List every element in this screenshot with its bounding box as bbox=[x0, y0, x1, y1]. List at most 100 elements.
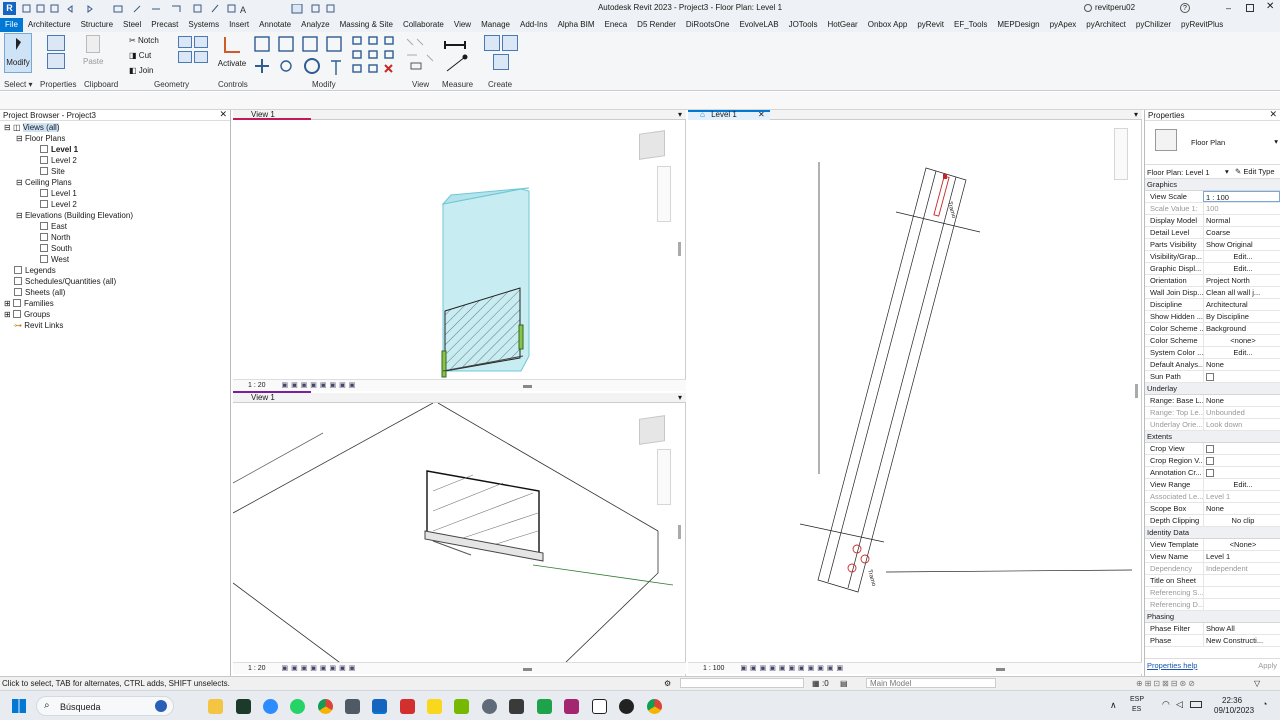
tab-jotools[interactable]: JOTools bbox=[784, 18, 823, 32]
filter-icon[interactable]: ▽ bbox=[1254, 677, 1260, 690]
whatsapp-icon[interactable] bbox=[290, 699, 305, 714]
prop-edit-button[interactable]: Edit... bbox=[1203, 263, 1280, 274]
group-select[interactable]: Select ▾ bbox=[4, 80, 32, 89]
view-menu-icon[interactable]: ▾ bbox=[1134, 110, 1138, 120]
minimize-button[interactable]: – bbox=[1226, 3, 1236, 13]
prop-value[interactable]: New Constructi... bbox=[1203, 635, 1280, 646]
crop-view-checkbox[interactable] bbox=[1206, 445, 1214, 453]
scrollbar-horizontal[interactable] bbox=[996, 668, 1005, 671]
prop-value[interactable]: Level 1 bbox=[1203, 551, 1280, 562]
create-tools[interactable] bbox=[478, 34, 524, 74]
crop-region-checkbox[interactable] bbox=[1206, 457, 1214, 465]
tree-elevations[interactable]: ⊟ Elevations (Building Elevation) bbox=[0, 210, 230, 221]
scrollbar-vertical[interactable] bbox=[678, 525, 681, 539]
apply-button[interactable]: Apply bbox=[1258, 661, 1277, 670]
properties-help-link[interactable]: Properties help bbox=[1147, 661, 1197, 670]
tab-analyze[interactable]: Analyze bbox=[296, 18, 334, 32]
tab-collaborate[interactable]: Collaborate bbox=[398, 18, 449, 32]
view-menu-icon[interactable]: ▾ bbox=[678, 110, 682, 120]
chrome-icon[interactable] bbox=[318, 699, 333, 714]
view-scale-label[interactable]: 1 : 100 bbox=[688, 665, 724, 672]
view-menu-icon[interactable]: ▾ bbox=[678, 393, 682, 403]
prop-value[interactable]: Clean all wall j... bbox=[1203, 287, 1280, 298]
prop-value[interactable]: Normal bbox=[1203, 215, 1280, 226]
volume-icon[interactable]: ◁ bbox=[1176, 699, 1183, 710]
design-option-dropdown[interactable]: Main Model bbox=[866, 678, 996, 688]
tab-precast[interactable]: Precast bbox=[146, 18, 183, 32]
revit-icon[interactable] bbox=[372, 699, 387, 714]
tab-steel[interactable]: Steel bbox=[118, 18, 146, 32]
paste-button[interactable]: Paste bbox=[82, 34, 104, 72]
language-bottom[interactable]: ES bbox=[1132, 706, 1141, 713]
clock-time[interactable]: 22:36 bbox=[1222, 696, 1242, 705]
tab-pychilizer[interactable]: pyChilizer bbox=[1131, 18, 1176, 32]
scrollbar-horizontal[interactable] bbox=[523, 385, 532, 388]
close-icon[interactable]: ✕ bbox=[1269, 109, 1277, 120]
tab-evolvelab[interactable]: EvolveLAB bbox=[734, 18, 783, 32]
revit-logo-icon[interactable]: R bbox=[3, 2, 16, 15]
tab-structure[interactable]: Structure bbox=[76, 18, 118, 32]
collapse-icon[interactable]: ⊟ bbox=[16, 211, 23, 220]
editable-only-icon[interactable]: ▦ bbox=[812, 677, 820, 690]
user-name[interactable]: revitperu02 bbox=[1095, 3, 1135, 12]
prop-edit-button[interactable]: Edit... bbox=[1203, 347, 1280, 358]
tab-pyrevitplus[interactable]: pyRevitPlus bbox=[1176, 18, 1228, 32]
view-3d-top[interactable]: View 1 ▾ 1 : 20 ▣▣▣▣▣▣▣▣ bbox=[233, 110, 686, 391]
tree-legends[interactable]: Legends bbox=[0, 265, 230, 276]
tab-insert[interactable]: Insert bbox=[224, 18, 254, 32]
prop-value[interactable]: Background bbox=[1203, 323, 1280, 334]
view-scale-label[interactable]: 1 : 20 bbox=[233, 665, 266, 672]
tab-d5-render[interactable]: D5 Render bbox=[632, 18, 681, 32]
messages-icon[interactable] bbox=[537, 699, 552, 714]
tab-systems[interactable]: Systems bbox=[183, 18, 224, 32]
tab-onbox-app[interactable]: Onbox App bbox=[863, 18, 913, 32]
calculator-icon[interactable] bbox=[345, 699, 360, 714]
tab-pyarchitect[interactable]: pyArchitect bbox=[1081, 18, 1131, 32]
modify-button[interactable]: Modify bbox=[4, 33, 32, 73]
zoom-icon[interactable] bbox=[263, 699, 278, 714]
prop-value[interactable]: None bbox=[1203, 359, 1280, 370]
view-control-icons[interactable]: ▣▣▣▣▣▣▣▣▣▣▣ bbox=[726, 665, 846, 672]
tab-annotate[interactable]: Annotate bbox=[254, 18, 296, 32]
prop-value[interactable]: Show All bbox=[1203, 623, 1280, 634]
tree-floor-plan-level-1[interactable]: Level 1 bbox=[0, 144, 230, 155]
chevron-down-icon[interactable]: ▾ bbox=[1225, 167, 1229, 176]
prop-edit-button[interactable]: <None> bbox=[1203, 539, 1280, 550]
view-control-icons[interactable]: ▣▣▣▣▣▣▣▣ bbox=[267, 382, 358, 389]
prop-edit-button[interactable]: Edit... bbox=[1203, 479, 1280, 490]
prop-value[interactable]: 1 : 100 bbox=[1203, 191, 1280, 202]
nvidia-icon[interactable] bbox=[454, 699, 469, 714]
sketch-app-icon[interactable] bbox=[427, 699, 442, 714]
activate-button[interactable]: Activate bbox=[216, 34, 248, 72]
chevron-down-icon[interactable]: ▾ bbox=[1274, 137, 1278, 146]
view-tools[interactable] bbox=[402, 34, 438, 74]
file-explorer-icon[interactable] bbox=[208, 699, 223, 714]
view-control-icons[interactable]: ▣▣▣▣▣▣▣▣ bbox=[267, 665, 358, 672]
navigation-bar[interactable] bbox=[657, 449, 671, 505]
prop-value[interactable] bbox=[1203, 575, 1280, 586]
view-tab[interactable]: ⌂ Level 1 ✕ ▾ bbox=[688, 110, 1142, 120]
collapse-icon[interactable]: ⊟ bbox=[16, 178, 23, 187]
tree-groups[interactable]: ⊞ Groups bbox=[0, 309, 230, 320]
tab-pyapex[interactable]: pyApex bbox=[1045, 18, 1082, 32]
section-identity-data[interactable]: Identity Data bbox=[1145, 527, 1280, 539]
collapse-icon[interactable]: ⊟ bbox=[4, 123, 11, 132]
prop-value[interactable]: Project North bbox=[1203, 275, 1280, 286]
revit-viewer-icon[interactable] bbox=[564, 699, 579, 714]
view-tab[interactable]: View 1 ▾ bbox=[233, 391, 686, 403]
autocad-icon[interactable] bbox=[400, 699, 415, 714]
sun-path-checkbox[interactable] bbox=[1206, 373, 1214, 381]
design-options-icon[interactable]: ▤ bbox=[840, 677, 848, 690]
section-phasing[interactable]: Phasing bbox=[1145, 611, 1280, 623]
expand-icon[interactable]: ⊞ bbox=[4, 299, 11, 308]
join-button[interactable]: ◧ Join bbox=[128, 65, 174, 76]
tree-ceiling-plan-level-2[interactable]: Level 2 bbox=[0, 199, 230, 210]
tray-chevron-icon[interactable]: ∧ bbox=[1110, 700, 1117, 711]
language-top[interactable]: ESP bbox=[1130, 696, 1144, 703]
annotation-crop-checkbox[interactable] bbox=[1206, 469, 1214, 477]
scrollbar-horizontal[interactable] bbox=[523, 668, 532, 671]
search-box[interactable]: ⌕ Búsqueda bbox=[36, 696, 174, 716]
tab-pyrevit[interactable]: pyRevit bbox=[912, 18, 949, 32]
type-selector[interactable]: Floor Plan ▾ bbox=[1145, 121, 1280, 165]
tab-architecture[interactable]: Architecture bbox=[23, 18, 76, 32]
